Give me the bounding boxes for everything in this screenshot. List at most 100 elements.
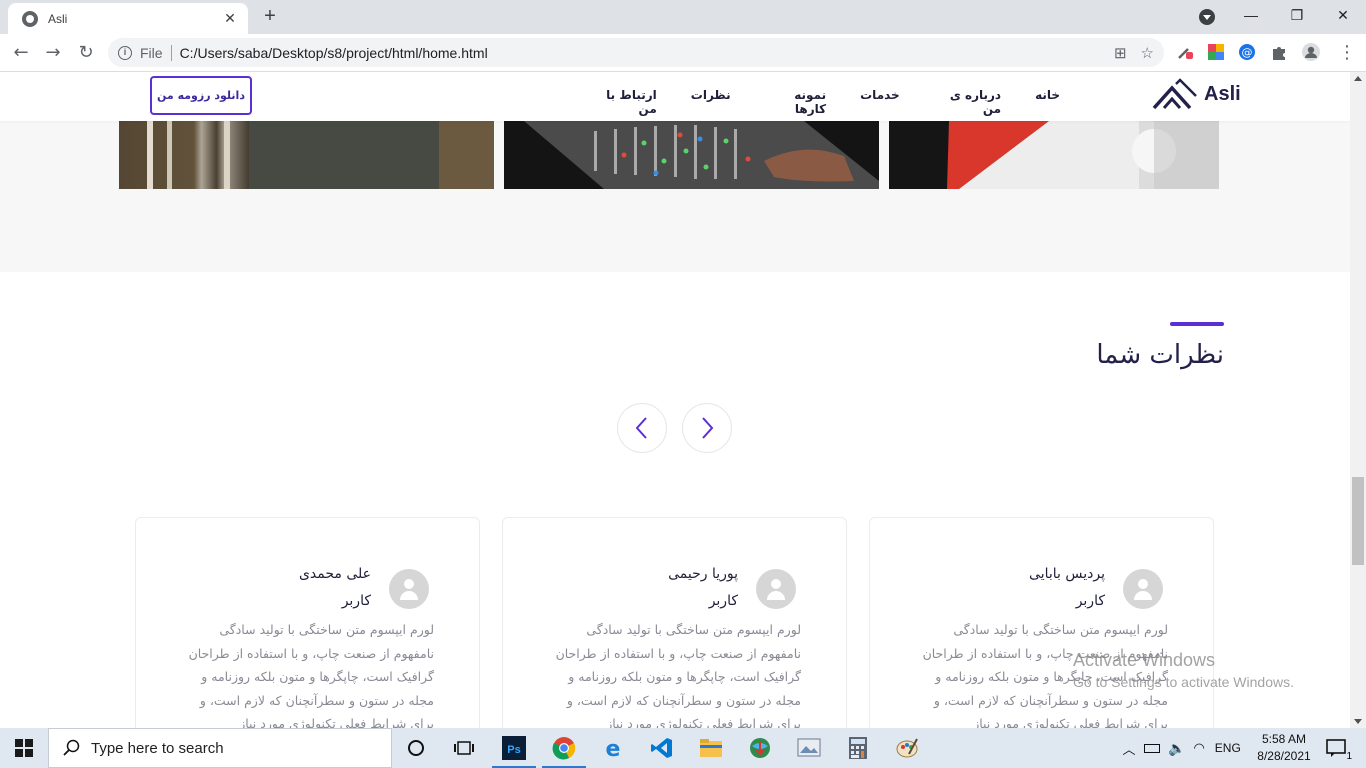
image-viewer-icon[interactable]: [795, 734, 823, 762]
nav-item-about[interactable]: درباره ی من: [934, 88, 1001, 116]
avatar-icon: [389, 569, 429, 609]
file-explorer-icon[interactable]: [697, 734, 725, 762]
wifi-icon[interactable]: ◠: [1193, 740, 1204, 756]
start-button[interactable]: [0, 728, 48, 768]
page-viewport: دانلود رزومه من خانه درباره ی من خدمات ن…: [0, 72, 1350, 728]
search-placeholder: Type here to search: [91, 739, 224, 757]
chevron-left-icon: [635, 417, 647, 439]
site-logo[interactable]: Asli: [1152, 78, 1241, 110]
browser-tab[interactable]: Asli ✕: [8, 3, 248, 34]
url-scheme: File: [140, 44, 163, 61]
tab-title: Asli: [48, 11, 68, 26]
logo-mountain-icon: [1152, 78, 1197, 110]
portfolio-image-3[interactable]: [889, 121, 1219, 189]
puzzle-extensions-icon[interactable]: [1270, 43, 1288, 61]
watermark-title: Activate Windows: [1073, 650, 1216, 670]
translate-icon[interactable]: ⊞: [1114, 44, 1127, 62]
carousel-prev-button[interactable]: [617, 403, 667, 453]
paint-icon[interactable]: [893, 734, 921, 762]
testimonial-card: پردیس بابایی کاربر لورم ایپسوم متن ساختگ…: [869, 517, 1214, 728]
reviewer-role: کاربر: [341, 593, 371, 609]
battery-icon[interactable]: [1144, 743, 1160, 753]
url-text[interactable]: C:/Users/saba/Desktop/s8/project/html/ho…: [180, 45, 488, 61]
reviewer-name: علی محمدی: [298, 566, 371, 582]
nav-item-portfolio[interactable]: نمونه کارها: [765, 88, 826, 116]
color-extension-icon[interactable]: [1207, 43, 1225, 61]
reviewer-name: پردیس بابایی: [1029, 566, 1105, 582]
back-arrow-icon[interactable]: ←: [8, 40, 34, 66]
notification-count: 1: [1346, 751, 1352, 762]
bookmark-star-icon[interactable]: ☆: [1141, 44, 1154, 62]
volume-icon[interactable]: 🔈: [1168, 740, 1185, 757]
close-window-button[interactable]: ✕: [1320, 0, 1366, 30]
forward-arrow-icon[interactable]: →: [40, 40, 66, 66]
show-hidden-icons-chevron-icon[interactable]: ︿: [1120, 739, 1138, 758]
site-header: دانلود رزومه من خانه درباره ی من خدمات ن…: [0, 72, 1350, 121]
scroll-up-arrow-icon[interactable]: [1354, 76, 1362, 81]
avatar-icon: [1123, 569, 1163, 609]
tab-search-icon[interactable]: [1199, 9, 1215, 25]
section-accent-line: [1170, 322, 1224, 326]
scrollbar-thumb[interactable]: [1352, 477, 1364, 565]
info-icon[interactable]: i: [118, 45, 132, 60]
taskbar-search-input[interactable]: Type here to search: [48, 728, 392, 768]
notification-center-icon[interactable]: 1: [1322, 734, 1352, 762]
nav-item-services[interactable]: خدمات: [860, 88, 900, 116]
download-resume-button[interactable]: دانلود رزومه من: [150, 76, 252, 115]
new-tab-button[interactable]: +: [258, 5, 282, 29]
vscode-icon[interactable]: [648, 734, 676, 762]
edge-icon[interactable]: e: [599, 734, 627, 762]
nav-item-home[interactable]: خانه: [1035, 88, 1060, 116]
reviewer-role: کاربر: [708, 593, 738, 609]
language-indicator[interactable]: ENG: [1215, 741, 1241, 755]
windows-logo-icon: [15, 739, 33, 757]
browser-tab-strip: Asli ✕ + — ❐ ✕: [0, 0, 1366, 34]
review-text: لورم ایپسوم متن ساختگی با تولید سادگی نا…: [555, 622, 801, 728]
scroll-down-arrow-icon[interactable]: [1354, 719, 1362, 724]
windows-taskbar: Type here to search Ps e ︿ 🔈 ◠ ENG 5:58 …: [0, 728, 1366, 768]
reviewer-name: پوریا رحیمی: [668, 566, 738, 582]
kebab-menu-icon[interactable]: ⋮: [1334, 40, 1360, 66]
activate-windows-watermark: Activate Windows Go to Settings to activ…: [1073, 650, 1294, 690]
eyedropper-extension-icon[interactable]: [1176, 43, 1194, 61]
portfolio-image-1[interactable]: [119, 121, 494, 189]
review-text: لورم ایپسوم متن ساختگی با تولید سادگی نا…: [188, 622, 434, 728]
tab-close-button[interactable]: ✕: [222, 11, 238, 27]
carousel-next-button[interactable]: [682, 403, 732, 453]
portfolio-image-2[interactable]: [504, 121, 879, 189]
clock-date: 8/28/2021: [1257, 749, 1311, 763]
logo-text: Asli: [1204, 82, 1241, 105]
svg-text:@: @: [1242, 46, 1253, 59]
svg-text:Ps: Ps: [507, 744, 520, 756]
main-nav: خانه درباره ی من خدمات نمونه کارها نظرات…: [590, 88, 1060, 116]
taskbar-clock[interactable]: 5:58 AM 8/28/2021: [1252, 731, 1316, 765]
address-bar[interactable]: i File C:/Users/saba/Desktop/s8/project/…: [108, 38, 1164, 67]
address-divider: [170, 44, 172, 61]
at-sign-extension-icon[interactable]: @: [1238, 43, 1256, 61]
minimize-button[interactable]: —: [1228, 0, 1274, 30]
system-tray: ︿ 🔈 ◠ ENG: [1120, 728, 1241, 768]
watermark-subtitle: Go to Settings to activate Windows.: [1073, 674, 1294, 690]
cortana-icon[interactable]: [402, 734, 430, 762]
page-scrollbar[interactable]: [1350, 72, 1366, 728]
calculator-icon[interactable]: [844, 734, 872, 762]
chevron-right-icon: [702, 417, 714, 439]
svg-text:e: e: [606, 737, 621, 760]
profile-avatar-icon[interactable]: [1302, 43, 1320, 61]
avatar-icon: [756, 569, 796, 609]
task-view-icon[interactable]: [450, 734, 478, 762]
nav-item-testimonials[interactable]: نظرات: [691, 88, 731, 116]
download-manager-icon[interactable]: [746, 734, 774, 762]
search-icon: [63, 739, 80, 756]
clock-time: 5:58 AM: [1261, 732, 1307, 746]
nav-item-contact[interactable]: ارتباط با من: [590, 88, 657, 116]
testimonial-card: علی محمدی کاربر لورم ایپسوم متن ساختگی ب…: [135, 517, 480, 728]
photoshop-icon[interactable]: Ps: [492, 734, 536, 768]
chrome-icon[interactable]: [542, 734, 586, 768]
reviewer-role: کاربر: [1075, 593, 1105, 609]
restore-button[interactable]: ❐: [1274, 0, 1320, 30]
browser-toolbar: ← → ↻ i File C:/Users/saba/Desktop/s8/pr…: [0, 34, 1366, 72]
section-title: نظرات شما: [1096, 340, 1224, 370]
testimonial-card: پوریا رحیمی کاربر لورم ایپسوم متن ساختگی…: [502, 517, 847, 728]
reload-icon[interactable]: ↻: [73, 40, 99, 66]
